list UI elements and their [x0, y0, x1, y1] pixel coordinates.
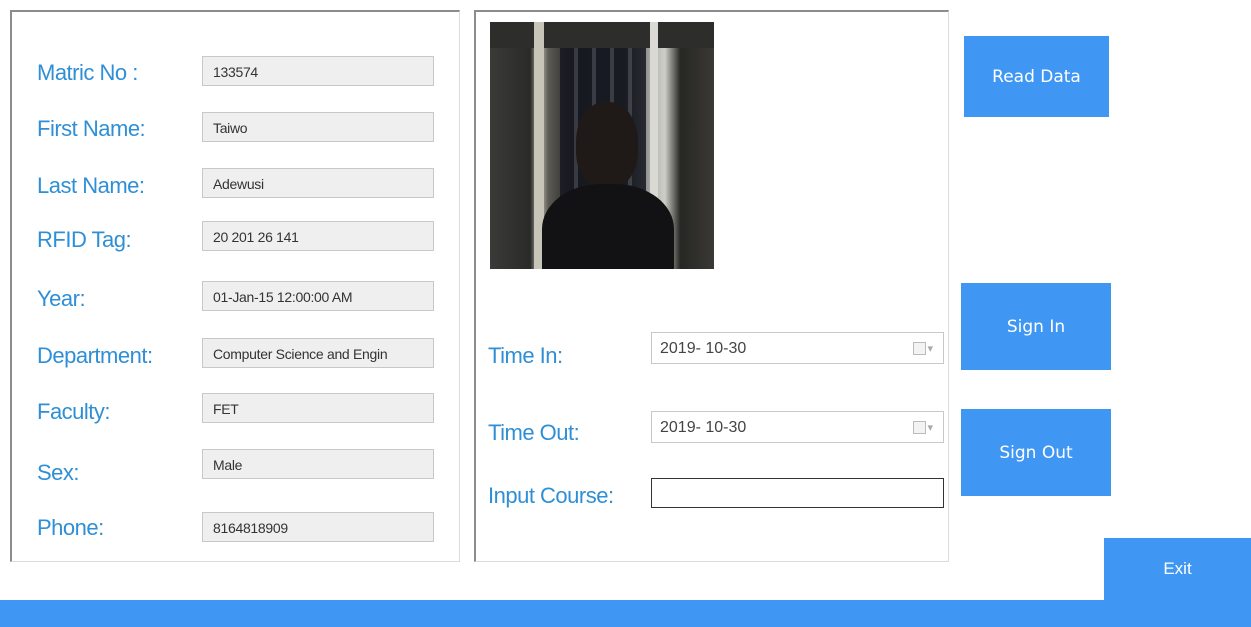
rfid-tag-label: RFID Tag:: [37, 227, 132, 252]
time-in-picker[interactable]: 2019- 10-30 ▾: [651, 332, 944, 364]
footer-bar: [0, 600, 1251, 627]
department-field[interactable]: Computer Science and Engin: [202, 338, 434, 368]
time-out-label: Time Out:: [488, 420, 580, 445]
first-name-label: First Name:: [37, 116, 146, 141]
calendar-dropdown-icon[interactable]: ▾: [913, 421, 933, 434]
year-label: Year:: [37, 286, 86, 311]
matric-no-label: Matric No :: [37, 60, 138, 85]
matric-no-field[interactable]: 133574: [202, 56, 434, 86]
calendar-dropdown-icon[interactable]: ▾: [913, 342, 933, 355]
time-in-value: 2019- 10-30: [660, 340, 747, 357]
last-name-label: Last Name:: [37, 173, 145, 198]
read-data-button[interactable]: Read Data: [964, 36, 1109, 117]
phone-label: Phone:: [37, 515, 104, 540]
faculty-field[interactable]: FET: [202, 393, 434, 423]
exit-button[interactable]: Exit: [1104, 538, 1251, 600]
sex-label: Sex:: [37, 460, 80, 485]
year-field[interactable]: 01-Jan-15 12:00:00 AM: [202, 281, 434, 311]
phone-field[interactable]: 8164818909: [202, 512, 434, 542]
time-out-value: 2019- 10-30: [660, 419, 747, 436]
sex-field[interactable]: Male: [202, 449, 434, 479]
student-photo: [490, 22, 714, 269]
last-name-field[interactable]: Adewusi: [202, 168, 434, 198]
sign-out-button[interactable]: Sign Out: [961, 409, 1111, 496]
department-label: Department:: [37, 343, 153, 368]
first-name-field[interactable]: Taiwo: [202, 112, 434, 142]
faculty-label: Faculty:: [37, 399, 111, 424]
rfid-tag-field[interactable]: 20 201 26 141: [202, 221, 434, 251]
time-out-picker[interactable]: 2019- 10-30 ▾: [651, 411, 944, 443]
course-input[interactable]: [651, 478, 944, 508]
input-course-label: Input Course:: [488, 483, 614, 508]
time-in-label: Time In:: [488, 343, 563, 368]
sign-in-button[interactable]: Sign In: [961, 283, 1111, 370]
